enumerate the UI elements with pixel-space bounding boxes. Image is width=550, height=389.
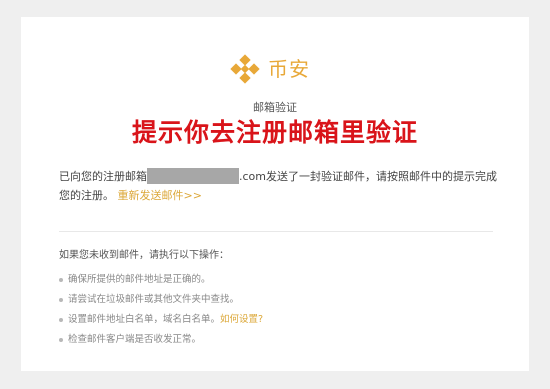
bullet-icon (59, 338, 63, 342)
list-item: 确保所提供的邮件地址是正确的。 (59, 270, 263, 290)
overlay-annotation: 提示你去注册邮箱里验证 (131, 118, 418, 147)
bullet-icon (59, 278, 63, 282)
bullet-icon (59, 318, 63, 322)
verification-card: 币安 邮箱验证 提示你去注册邮箱里验证 已向您的注册邮箱 .com发送了一封验证邮… (21, 17, 529, 371)
resend-email-link[interactable]: 重新发送邮件>> (118, 189, 202, 202)
sent-message: 已向您的注册邮箱 .com发送了一封验证邮件，请按照邮件中的提示完成您的注册。 重… (59, 167, 499, 205)
binance-diamond-icon (230, 54, 260, 84)
redacted-email (147, 168, 239, 184)
email-domain: .com (239, 170, 266, 183)
list-item: 检查邮件客户端是否收发正常。 (59, 330, 263, 350)
sent-prefix: 已向您的注册邮箱 (59, 170, 147, 183)
list-item: 请尝试在垃圾邮件或其他文件夹中查找。 (59, 290, 263, 310)
help-heading: 如果您未收到邮件，请执行以下操作： (59, 250, 229, 261)
how-to-setup-link[interactable]: 如何设置? (220, 310, 263, 330)
brand-logo: 币安 (230, 54, 310, 84)
list-item: 设置邮件地址白名单，域名白名单。 如何设置? (59, 310, 263, 330)
divider (59, 231, 493, 232)
bullet-icon (59, 298, 63, 302)
help-list: 确保所提供的邮件地址是正确的。 请尝试在垃圾邮件或其他文件夹中查找。 设置邮件地… (59, 270, 263, 350)
brand-name: 币安 (268, 57, 310, 81)
